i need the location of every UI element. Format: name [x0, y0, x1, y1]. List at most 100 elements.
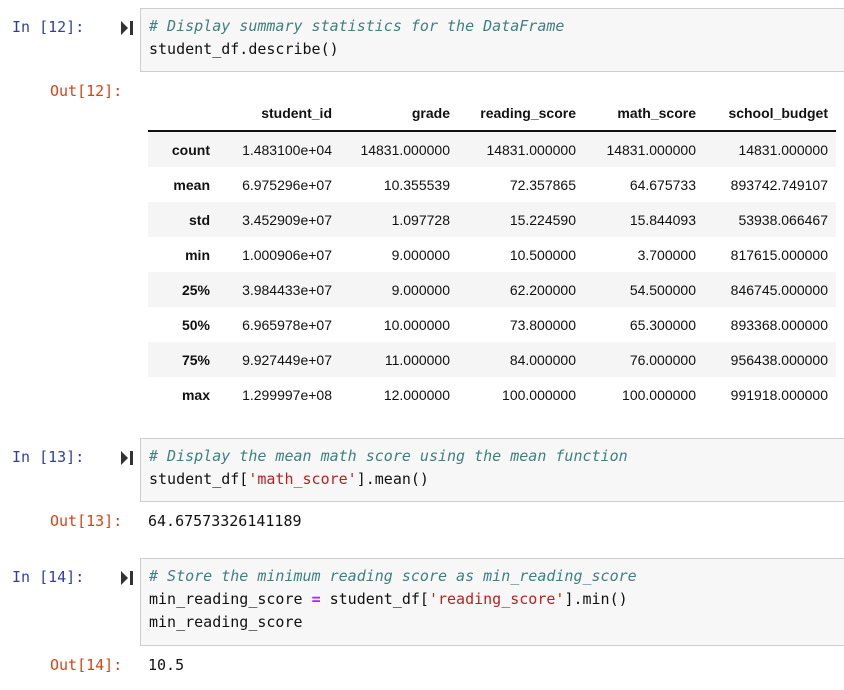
- column-header: school_budget: [728, 105, 828, 121]
- code-token: # Display summary statistics for the Dat…: [149, 17, 565, 35]
- table-cell: 14831.000000: [738, 141, 828, 158]
- code-line: # Store the minimum reading score as min…: [149, 565, 637, 588]
- table-cell: 3.452909e+07: [242, 211, 332, 228]
- table-cell: 53938.066467: [738, 211, 828, 228]
- row-label: min: [185, 246, 210, 263]
- collapse-toggle-icon[interactable]: [120, 20, 134, 36]
- output-prompt-13: Out[13]:: [50, 512, 123, 530]
- table-cell: 3.984433e+07: [242, 281, 332, 298]
- row-label: mean: [173, 176, 210, 193]
- table-cell: 64.675733: [629, 176, 696, 193]
- table-cell: 76.000000: [629, 351, 696, 368]
- table-cell: 6.965978e+07: [242, 316, 332, 333]
- table-row: 75% 9.927449e+07 11.000000 84.000000 76.0000…: [148, 342, 836, 377]
- row-label: 50%: [181, 316, 210, 333]
- code-token: ].mean(): [356, 470, 429, 488]
- column-header: reading_score: [480, 105, 576, 121]
- column-header: math_score: [617, 105, 696, 121]
- table-cell: 54.500000: [629, 281, 696, 298]
- row-label: std: [189, 211, 210, 228]
- output-prompt-14: Out[14]:: [50, 656, 123, 674]
- code-cell-12[interactable]: # Display summary statistics for the Dat…: [140, 8, 844, 72]
- table-cell: 9.000000: [391, 281, 450, 298]
- code-token: student_df[: [149, 470, 249, 488]
- row-label: 25%: [181, 281, 210, 298]
- table-row: count 1.483100e+04 14831.000000 14831.00000…: [148, 131, 836, 167]
- code-line: student_df['math_score'].mean(): [149, 468, 628, 491]
- code-line: min_reading_score: [149, 611, 637, 634]
- table-cell: 14831.000000: [360, 141, 450, 158]
- row-label: count: [171, 141, 210, 158]
- table-cell: 84.000000: [509, 351, 576, 368]
- row-label: max: [181, 386, 210, 403]
- table-cell: 72.357865: [509, 176, 576, 193]
- table-cell: 15.224590: [509, 211, 576, 228]
- table-row: 50% 6.965978e+07 10.000000 73.800000 65.3000…: [148, 307, 836, 342]
- table-cell: 14831.000000: [486, 141, 576, 158]
- describe-table: student_id grade reading_score math_scor…: [148, 96, 836, 412]
- code-token: 'reading_score': [428, 590, 565, 608]
- index-header: [148, 96, 218, 131]
- code-token: student_df[: [320, 590, 429, 608]
- code-token: =: [311, 590, 321, 608]
- input-prompt-12: In [12]:: [12, 18, 85, 36]
- code-line: # Display summary statistics for the Dat…: [149, 15, 564, 38]
- table-cell: 956438.000000: [730, 351, 828, 368]
- code-line: # Display the mean math score using the …: [149, 445, 628, 468]
- table-cell: 10.500000: [509, 246, 576, 263]
- column-header: student_id: [261, 105, 332, 121]
- code-line: min_reading_score = student_df['reading_…: [149, 588, 637, 611]
- table-cell: 100.000000: [622, 386, 696, 403]
- table-cell: 9.927449e+07: [242, 351, 332, 368]
- table-header-row: student_id grade reading_score math_scor…: [148, 96, 836, 131]
- code-token: # Display the mean math score using the …: [149, 447, 628, 465]
- code-cell-14[interactable]: # Store the minimum reading score as min…: [140, 558, 844, 646]
- table-cell: 1.097728: [391, 211, 450, 228]
- code-editor[interactable]: # Store the minimum reading score as min…: [149, 565, 637, 634]
- table-cell: 10.000000: [383, 316, 450, 333]
- code-token: ].min(): [564, 590, 628, 608]
- code-line: student_df.describe(): [149, 38, 564, 61]
- table-cell: 893368.000000: [730, 316, 828, 333]
- table-cell: 1.483100e+04: [242, 141, 332, 158]
- table-cell: 846745.000000: [730, 281, 828, 298]
- table-cell: 817615.000000: [730, 246, 828, 263]
- table-cell: 11.000000: [384, 351, 450, 368]
- output-value: 10.5: [148, 656, 185, 674]
- code-token: student_df.describe(): [149, 40, 339, 58]
- table-row: max 1.299997e+08 12.000000 100.000000 100.00…: [148, 377, 836, 412]
- table-cell: 893742.749107: [730, 176, 828, 193]
- code-cell-13[interactable]: # Display the mean math score using the …: [140, 438, 844, 502]
- table-cell: 65.300000: [629, 316, 696, 333]
- table-cell: 6.975296e+07: [242, 176, 332, 193]
- table-cell: 15.844093: [629, 211, 696, 228]
- column-header: grade: [411, 105, 450, 121]
- table-cell: 12.000000: [383, 386, 450, 403]
- code-token: # Store the minimum reading score as min…: [149, 567, 637, 585]
- table-row: min 1.000906e+07 9.000000 10.500000 3.700000…: [148, 237, 836, 272]
- table-row: 25% 3.984433e+07 9.000000 62.200000 54.50000…: [148, 272, 836, 307]
- table-cell: 100.000000: [502, 386, 576, 403]
- table-row: std 3.452909e+07 1.097728 15.224590 15.84409…: [148, 202, 836, 237]
- table-cell: 3.700000: [637, 246, 696, 263]
- table-cell: 62.200000: [509, 281, 576, 298]
- code-token: min_reading_score: [149, 613, 303, 631]
- output-prompt-12: Out[12]:: [50, 82, 123, 100]
- input-prompt-14: In [14]:: [12, 568, 85, 586]
- code-token: min_reading_score: [149, 590, 312, 608]
- code-token: 'math_score': [248, 470, 357, 488]
- code-editor[interactable]: # Display the mean math score using the …: [149, 445, 628, 491]
- table-cell: 1.299997e+08: [242, 386, 332, 403]
- collapse-toggle-icon[interactable]: [120, 570, 134, 586]
- output-value: 64.67573326141189: [148, 512, 302, 530]
- table-cell: 73.800000: [509, 316, 576, 333]
- table-row: mean 6.975296e+07 10.355539 72.357865 64.675…: [148, 167, 836, 202]
- table-cell: 991918.000000: [730, 386, 828, 403]
- row-label: 75%: [181, 351, 210, 368]
- code-editor[interactable]: # Display summary statistics for the Dat…: [149, 15, 564, 61]
- collapse-toggle-icon[interactable]: [120, 450, 134, 466]
- input-prompt-13: In [13]:: [12, 448, 85, 466]
- table-cell: 14831.000000: [606, 141, 696, 158]
- table-cell: 9.000000: [391, 246, 450, 263]
- table-cell: 10.355539: [383, 176, 450, 193]
